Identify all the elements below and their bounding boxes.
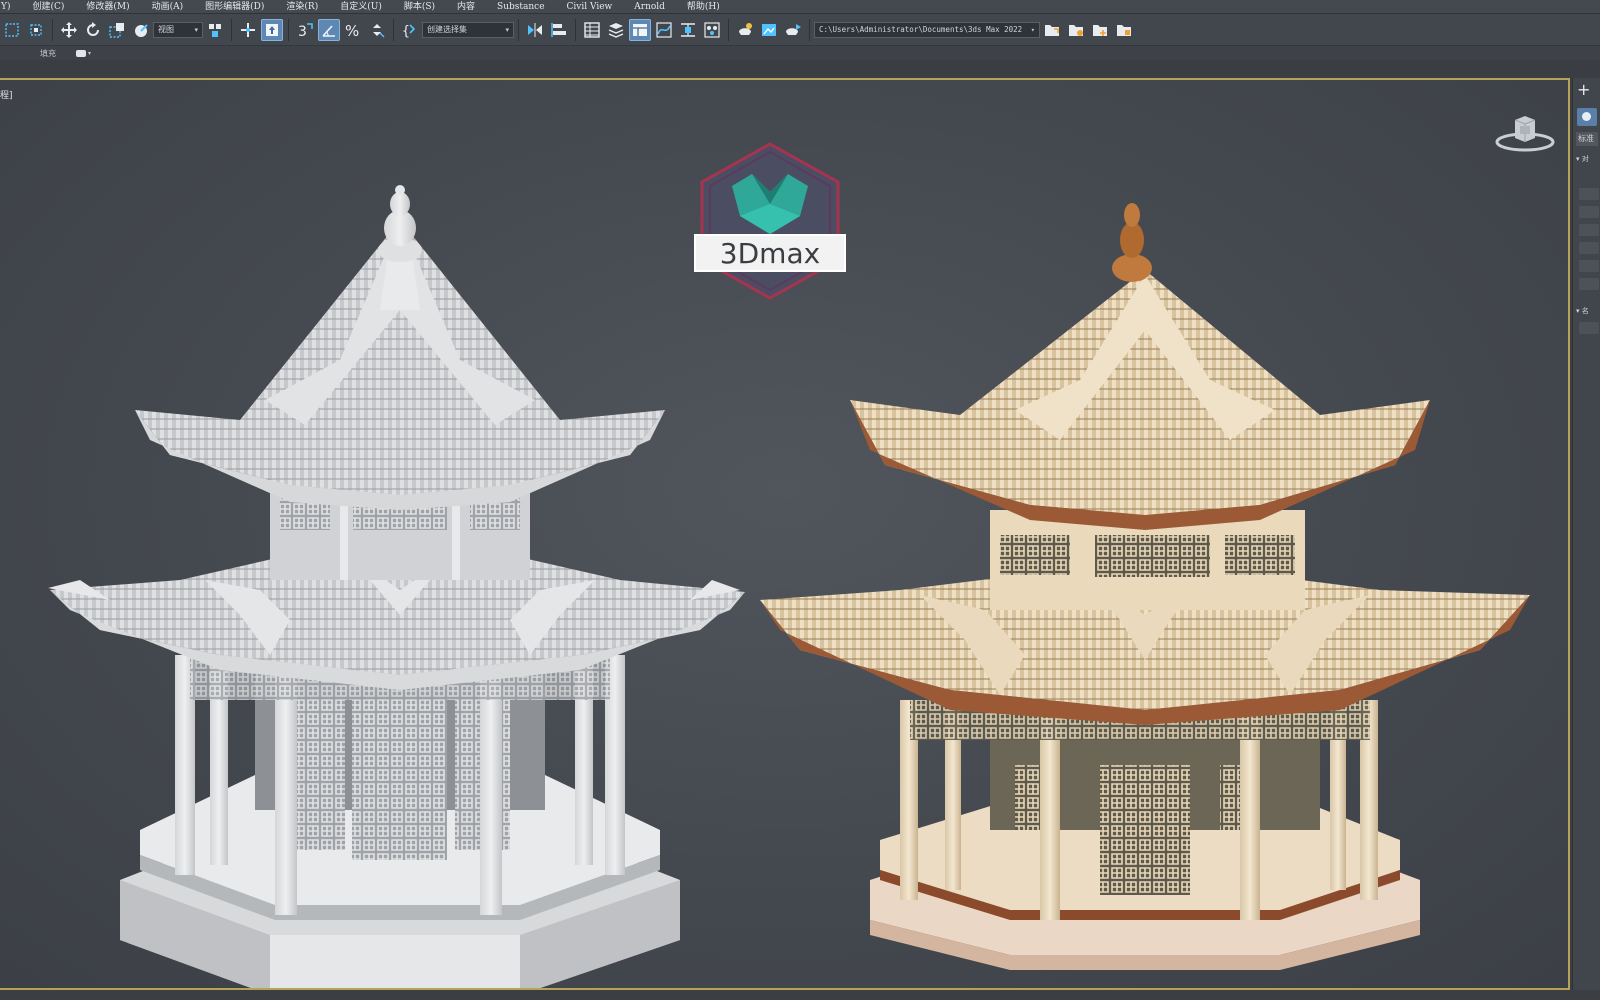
project-folder-dropdown[interactable]: C:\Users\Administrator\Documents\3ds Max… [814, 21, 1040, 38]
menu-item-civil-view[interactable]: Civil View [556, 0, 624, 14]
chevron-down-icon: ▾ [505, 25, 509, 34]
svg-text:3: 3 [298, 24, 307, 39]
main-toolbar: 视图 ▾ 3 % { 创建选择集 ▾ C:\Users\Administrato… [0, 14, 1600, 46]
ribbon-bar: 填充 ▾ [0, 46, 1600, 60]
rendered-frame-window-icon[interactable] [758, 19, 780, 41]
menu-item-partial[interactable]: Y) [0, 0, 21, 14]
material-editor-icon[interactable] [701, 19, 723, 41]
object-button[interactable] [1579, 260, 1599, 272]
menu-item-content[interactable]: 内容 [446, 0, 486, 14]
menu-item-rendering[interactable]: 渲染(R) [275, 0, 329, 14]
menu-item-help[interactable]: 帮助(H) [676, 0, 731, 14]
create-tab-plus-icon[interactable]: + [1577, 82, 1590, 98]
menu-item-modifiers[interactable]: 修改器(M) [75, 0, 140, 14]
menu-item-graph-editors[interactable]: 图形编辑器(D) [194, 0, 275, 14]
scene-explorer-icon[interactable] [581, 19, 603, 41]
menu-item-customize[interactable]: 自定义(U) [329, 0, 393, 14]
curve-editor-icon[interactable] [653, 19, 675, 41]
move-icon[interactable] [58, 19, 80, 41]
wooden-pavilion-model[interactable] [760, 110, 1550, 980]
toggle-icon [76, 49, 86, 57]
rotate-icon[interactable] [82, 19, 104, 41]
view-dropdown-value: 视图 [158, 25, 174, 34]
layer-explorer-icon[interactable] [605, 19, 627, 41]
svg-text:%: % [345, 22, 359, 39]
toolbar-separator [728, 18, 729, 41]
project-folder-icon[interactable] [1041, 19, 1063, 41]
ribbon-display-toggle[interactable]: ▾ [76, 49, 92, 57]
perspective-viewport[interactable]: 程] 3Dmax [0, 78, 1570, 990]
toolbar-separator [809, 18, 810, 41]
geometry-tab-icon[interactable] [1577, 108, 1597, 126]
viewport-label[interactable]: 程] [0, 88, 13, 101]
toolbar-separator [288, 18, 289, 41]
toggle-ribbon-icon[interactable] [629, 18, 651, 41]
selection-set-value: 创建选择集 [427, 25, 467, 34]
name-color-rollout[interactable]: ▾ 名 [1576, 306, 1589, 316]
object-type-rollout[interactable]: ▾ 对 [1576, 154, 1589, 164]
render-production-icon[interactable] [782, 19, 804, 41]
ribbon-panel-area [0, 60, 1600, 78]
manipulate-icon[interactable] [237, 19, 259, 41]
svg-text:{: { [402, 24, 410, 39]
schematic-view-icon[interactable] [677, 19, 699, 41]
object-type-dropdown[interactable]: 标准 [1576, 132, 1598, 146]
reference-coordinate-dropdown[interactable]: 视图 ▾ [153, 21, 203, 38]
new-project-icon[interactable] [1089, 19, 1111, 41]
menu-item-scripting[interactable]: 脚本(S) [393, 0, 446, 14]
angle-snap-icon[interactable] [318, 18, 340, 41]
select-region-icon[interactable] [1, 19, 23, 41]
toolbar-separator [52, 18, 53, 41]
object-button[interactable] [1579, 278, 1599, 290]
toolbar-separator [518, 18, 519, 41]
3dmax-logo-icon [700, 142, 840, 300]
object-button[interactable] [1579, 188, 1599, 200]
menu-item-create[interactable]: 创建(C) [21, 0, 75, 14]
object-button[interactable] [1579, 242, 1599, 254]
set-project-folder-icon[interactable] [1065, 19, 1087, 41]
toolbar-separator [393, 18, 394, 41]
align-icon[interactable] [548, 19, 570, 41]
snap-3d-icon[interactable]: 3 [294, 19, 316, 41]
toolbar-separator [575, 18, 576, 41]
menu-item-animation[interactable]: 动画(A) [141, 0, 195, 14]
select-place-icon[interactable] [130, 19, 152, 41]
named-selection-set-dropdown[interactable]: 创建选择集 ▾ [422, 21, 514, 38]
object-button[interactable] [1579, 224, 1599, 236]
chevron-down-icon: ▾ [1030, 25, 1035, 34]
spinner-snap-icon[interactable] [366, 19, 388, 41]
chevron-down-icon: ▾ [88, 49, 92, 57]
menu-item-substance[interactable]: Substance [486, 0, 556, 14]
edit-named-selection-icon[interactable]: { [399, 19, 421, 41]
scale-icon[interactable] [106, 19, 128, 41]
menu-bar: Y) 创建(C) 修改器(M) 动画(A) 图形编辑器(D) 渲染(R) 自定义… [0, 0, 1600, 14]
select-window-icon[interactable] [25, 19, 47, 41]
mirror-icon[interactable] [524, 19, 546, 41]
render-setup-icon[interactable] [734, 19, 756, 41]
toolbar-separator [231, 18, 232, 41]
ribbon-fill-label[interactable]: 填充 [40, 48, 56, 59]
menu-item-arnold[interactable]: Arnold [623, 0, 676, 14]
object-button[interactable] [1579, 206, 1599, 218]
pivot-center-icon[interactable] [204, 19, 226, 41]
chevron-down-icon: ▾ [194, 25, 198, 34]
project-path-value: C:\Users\Administrator\Documents\3ds Max… [819, 25, 1023, 34]
command-panel: + 标准 ▾ 对 ▾ 名 [1572, 78, 1600, 990]
percent-snap-icon[interactable]: % [342, 19, 364, 41]
project-settings-icon[interactable] [1113, 19, 1135, 41]
logo-text: 3Dmax [694, 234, 846, 272]
name-field[interactable] [1579, 322, 1599, 334]
select-and-link-icon[interactable] [261, 18, 283, 41]
clay-pavilion-model[interactable] [40, 110, 760, 990]
